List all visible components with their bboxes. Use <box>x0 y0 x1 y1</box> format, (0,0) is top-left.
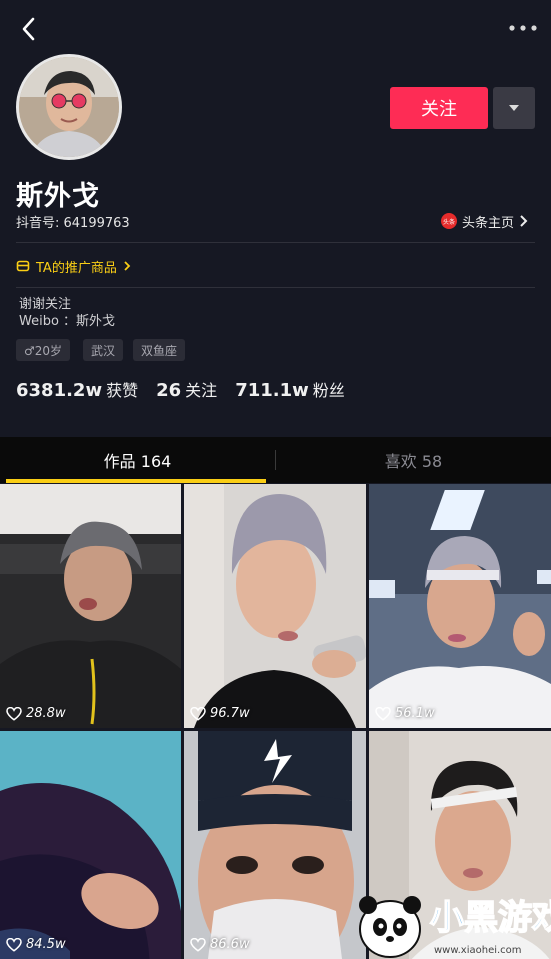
watermark-title: 小黑游戏 <box>430 898 551 938</box>
douyin-id: 抖音号: 64199763 <box>16 216 130 231</box>
video-thumbnail[interactable]: 56.1w <box>369 484 551 728</box>
profile-name: 斯外戈 <box>16 181 100 212</box>
active-tab-indicator <box>6 479 266 483</box>
follow-button[interactable]: 关注 <box>390 87 488 129</box>
like-count-value: 96.7w <box>210 706 250 721</box>
chevron-right-icon <box>124 261 131 271</box>
like-count-value: 28.8w <box>26 706 66 721</box>
tab-works[interactable]: 作品 164 <box>0 437 275 483</box>
stat-likes: 6381.2w 获赞 <box>16 377 138 401</box>
like-count: 84.5w <box>6 937 66 952</box>
video-thumbnail[interactable]: 86.6w <box>184 731 366 959</box>
divider <box>16 242 535 243</box>
like-count: 56.1w <box>375 706 435 721</box>
tag-gender-age: ♂20岁 <box>16 339 71 361</box>
stat-label: 关注 <box>185 381 218 400</box>
heart-icon <box>190 706 206 721</box>
shopping-cart-icon <box>16 260 30 272</box>
promoted-products-label: TA的推广商品 <box>36 260 117 276</box>
tab-likes[interactable]: 喜欢 58 <box>276 437 551 483</box>
video-thumbnail[interactable]: 84.5w <box>0 731 181 959</box>
video-thumbnail-image <box>0 484 181 728</box>
caret-down-icon <box>509 105 519 111</box>
profile-stats: 6381.2w 获赞 26 关注 711.1w 粉丝 <box>16 377 363 401</box>
video-thumbnail-image <box>0 731 181 959</box>
like-count: 96.7w <box>190 706 250 721</box>
stat-value: 711.1w <box>235 380 309 401</box>
stat-followers[interactable]: 711.1w 粉丝 <box>235 377 345 401</box>
heart-icon <box>6 937 22 952</box>
stat-following[interactable]: 26 关注 <box>156 377 217 401</box>
more-options-icon[interactable] <box>506 18 540 38</box>
toutiao-label: 头条主页 <box>462 215 515 231</box>
back-icon[interactable] <box>14 14 44 44</box>
heart-icon <box>190 937 206 952</box>
heart-icon <box>375 706 391 721</box>
video-thumbnail-image <box>369 484 551 728</box>
heart-icon <box>6 706 22 721</box>
video-thumbnail-image <box>184 731 366 959</box>
tag-location: 武汉 <box>83 339 124 361</box>
stat-value: 6381.2w <box>16 380 103 401</box>
video-thumbnail[interactable]: 96.7w <box>184 484 366 728</box>
like-count-value: 56.1w <box>395 706 435 721</box>
profile-page: 关注 斯外戈 抖音号: 64199763 头条 头条主页 TA的推广商品 谢谢关… <box>0 0 551 959</box>
stat-label: 粉丝 <box>312 381 345 400</box>
bio-line: Weibo ：斯外戈 <box>19 314 116 329</box>
video-thumbnail-image <box>184 484 366 728</box>
promoted-products-link[interactable]: TA的推广商品 <box>16 256 131 276</box>
stat-value: 26 <box>156 380 182 401</box>
avatar[interactable] <box>16 54 122 160</box>
like-count-value: 84.5w <box>26 937 66 952</box>
chevron-right-icon <box>520 215 528 227</box>
watermark-url: www.xiaohei.com <box>434 945 522 956</box>
divider <box>16 287 535 288</box>
watermark-logo: 小黑游戏 www.xiaohei.com <box>350 885 551 959</box>
video-thumbnail[interactable]: 28.8w <box>0 484 181 728</box>
toutiao-icon: 头条 <box>441 213 457 229</box>
tag-zodiac: 双鱼座 <box>133 339 186 361</box>
like-count: 28.8w <box>6 706 66 721</box>
stat-label: 获赞 <box>106 381 139 400</box>
toutiao-homepage-link[interactable]: 头条 头条主页 <box>441 211 529 231</box>
like-count-value: 86.6w <box>210 937 250 952</box>
like-count: 86.6w <box>190 937 250 952</box>
recommend-dropdown-button[interactable] <box>493 87 535 129</box>
